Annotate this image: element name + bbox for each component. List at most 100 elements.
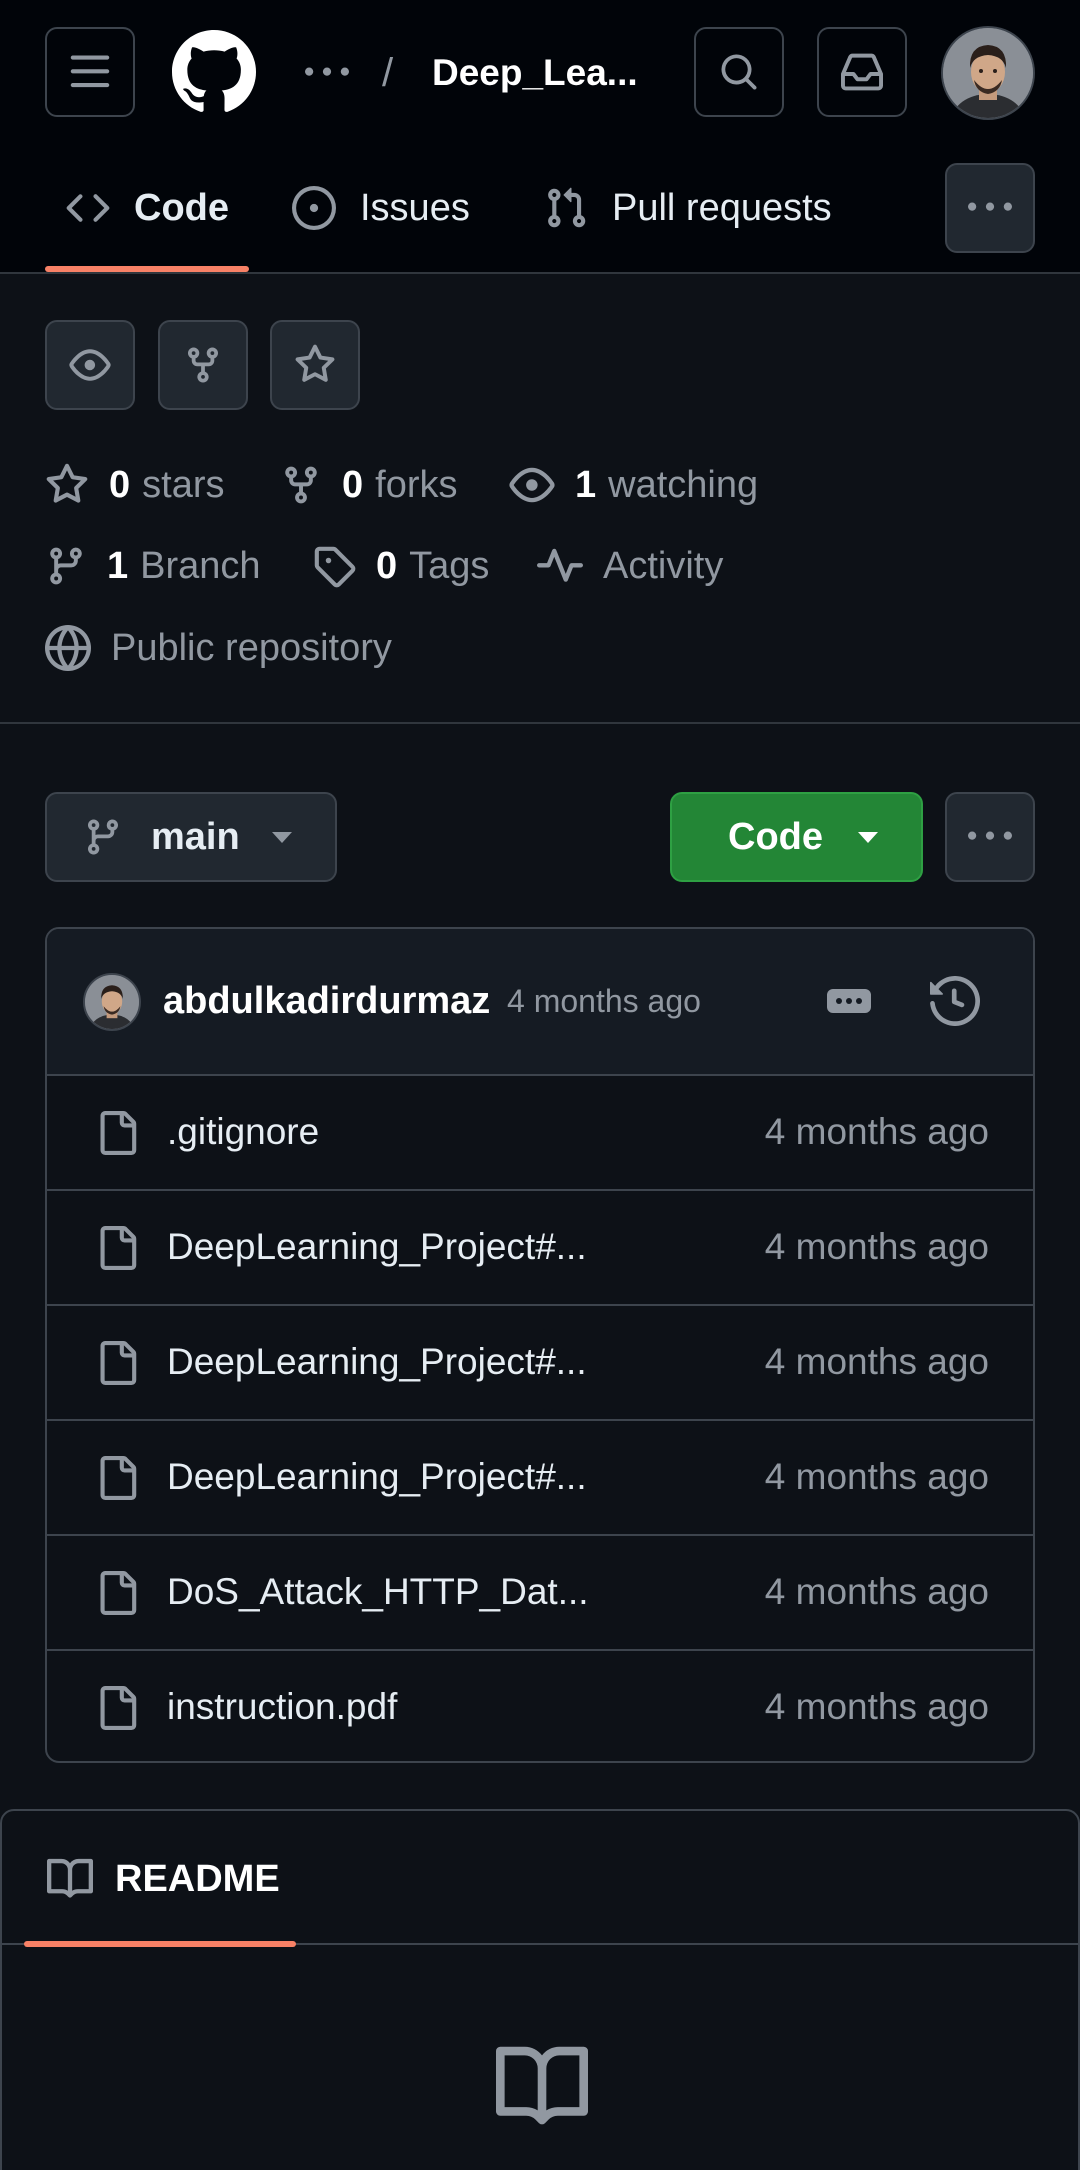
tab-code-label: Code: [134, 186, 229, 229]
star-icon: [295, 344, 335, 382]
user-avatar[interactable]: [941, 26, 1035, 120]
fork-button[interactable]: [158, 320, 248, 410]
app-header: / Deep_Lea... Code Issues Pull requests: [0, 0, 1080, 274]
triangle-down-icon: [858, 832, 878, 843]
branch-name: main: [151, 815, 240, 858]
branch-select-button[interactable]: main: [45, 792, 337, 882]
avatar-portrait-icon: [85, 975, 139, 1029]
search-button[interactable]: [694, 27, 784, 117]
code-download-button[interactable]: Code: [670, 792, 923, 882]
git-branch-icon: [50, 547, 82, 585]
repo-tabs: Code Issues Pull requests: [0, 146, 1080, 274]
file-time: 4 months ago: [764, 1571, 989, 1612]
activity-link[interactable]: Activity: [537, 536, 723, 596]
file-name-link[interactable]: DoS_Attack_HTTP_Dat...: [167, 1566, 597, 1618]
file-icon: [100, 1226, 137, 1270]
more-tabs-button[interactable]: [945, 163, 1035, 253]
file-icon: [100, 1686, 137, 1730]
git-pull-request-icon: [548, 187, 586, 228]
activity-label: Activity: [603, 544, 724, 587]
kebab-horizontal-icon: [305, 67, 349, 76]
file-row[interactable]: instruction.pdf 4 months ago: [47, 1651, 1033, 1761]
file-name-link[interactable]: .gitignore: [167, 1106, 597, 1158]
file-row[interactable]: DeepLearning_Project#... 4 months ago: [47, 1306, 1033, 1421]
tab-pull-requests-label: Pull requests: [612, 186, 832, 229]
section-divider: [0, 722, 1080, 724]
file-name-link[interactable]: instruction.pdf: [167, 1681, 597, 1733]
search-icon: [721, 54, 757, 90]
inbox-button[interactable]: [817, 27, 907, 117]
kebab-horizontal-icon: [968, 202, 1012, 211]
header-row: / Deep_Lea...: [0, 0, 1080, 146]
file-icon: [100, 1111, 137, 1155]
tab-issues[interactable]: Issues: [292, 146, 470, 270]
readme-panel: README: [0, 1809, 1080, 2170]
file-icon: [100, 1571, 137, 1615]
ellipsis-icon: [827, 989, 871, 1013]
branches-link[interactable]: 1 Branch: [45, 536, 261, 596]
eye-icon: [69, 349, 111, 381]
commit-message-toggle[interactable]: [819, 979, 879, 1023]
file-name-link[interactable]: DeepLearning_Project#...: [167, 1451, 597, 1503]
tab-pull-requests[interactable]: Pull requests: [544, 146, 832, 270]
triangle-down-icon: [272, 832, 292, 843]
readme-tab-label: README: [115, 1857, 280, 1900]
forks-count: 0: [342, 463, 364, 506]
history-icon: [930, 976, 980, 1026]
book-icon: [496, 2046, 588, 2125]
branch-count: 1: [107, 544, 129, 587]
file-time: 4 months ago: [764, 1226, 989, 1267]
file-icon: [100, 1456, 137, 1500]
star-button[interactable]: [270, 320, 360, 410]
git-branch-icon: [87, 819, 118, 855]
commit-author-avatar[interactable]: [83, 973, 141, 1031]
visibility-info: Public repository: [45, 618, 392, 678]
file-row[interactable]: DeepLearning_Project#... 4 months ago: [47, 1191, 1033, 1306]
visibility-label: Public repository: [111, 626, 392, 669]
file-row[interactable]: DeepLearning_Project#... 4 months ago: [47, 1421, 1033, 1536]
book-icon: [47, 1858, 93, 1898]
watching-count: 1: [575, 463, 597, 506]
file-icon: [100, 1341, 137, 1385]
forks-link[interactable]: 0 forks: [280, 455, 458, 515]
stars-label: stars: [142, 463, 225, 506]
watching-label: watching: [608, 463, 759, 506]
menu-button[interactable]: [45, 27, 135, 117]
file-time: 4 months ago: [764, 1341, 989, 1382]
selected-tab-indicator: [24, 1941, 296, 1947]
branch-label: Branch: [140, 544, 261, 587]
readme-tab[interactable]: README: [47, 1851, 280, 1907]
watch-button[interactable]: [45, 320, 135, 410]
github-logo-icon[interactable]: [172, 30, 256, 114]
file-row[interactable]: .gitignore 4 months ago: [47, 1076, 1033, 1191]
stars-link[interactable]: 0 stars: [45, 455, 225, 515]
commit-history-button[interactable]: [927, 973, 983, 1029]
pulse-icon: [537, 548, 583, 582]
tag-icon: [314, 546, 356, 588]
star-icon: [46, 463, 88, 503]
repo-name-link[interactable]: Deep_Lea...: [432, 46, 642, 100]
tags-label: Tags: [409, 544, 490, 587]
tab-code[interactable]: Code: [66, 146, 229, 270]
file-name-link[interactable]: DeepLearning_Project#...: [167, 1336, 597, 1388]
forks-label: forks: [375, 463, 458, 506]
file-name-link[interactable]: DeepLearning_Project#...: [167, 1221, 597, 1273]
eye-icon: [509, 467, 555, 503]
readme-header: README: [2, 1811, 1078, 1947]
globe-icon: [45, 625, 91, 671]
tags-link[interactable]: 0 Tags: [312, 536, 489, 596]
selected-tab-indicator: [45, 266, 249, 272]
commit-author-link[interactable]: abdulkadirdurmaz: [163, 973, 490, 1029]
stars-count: 0: [109, 463, 131, 506]
inbox-icon: [841, 53, 883, 91]
breadcrumb-more-button[interactable]: [300, 46, 354, 100]
file-time: 4 months ago: [764, 1686, 989, 1727]
file-row[interactable]: DoS_Attack_HTTP_Dat... 4 months ago: [47, 1536, 1033, 1651]
tags-count: 0: [376, 544, 398, 587]
repo-more-options-button[interactable]: [945, 792, 1035, 882]
watching-link[interactable]: 1 watching: [509, 455, 758, 515]
tab-issues-label: Issues: [360, 186, 470, 229]
repo-forked-icon: [285, 466, 317, 504]
file-time: 4 months ago: [764, 1456, 989, 1497]
avatar-portrait-icon: [943, 28, 1033, 118]
